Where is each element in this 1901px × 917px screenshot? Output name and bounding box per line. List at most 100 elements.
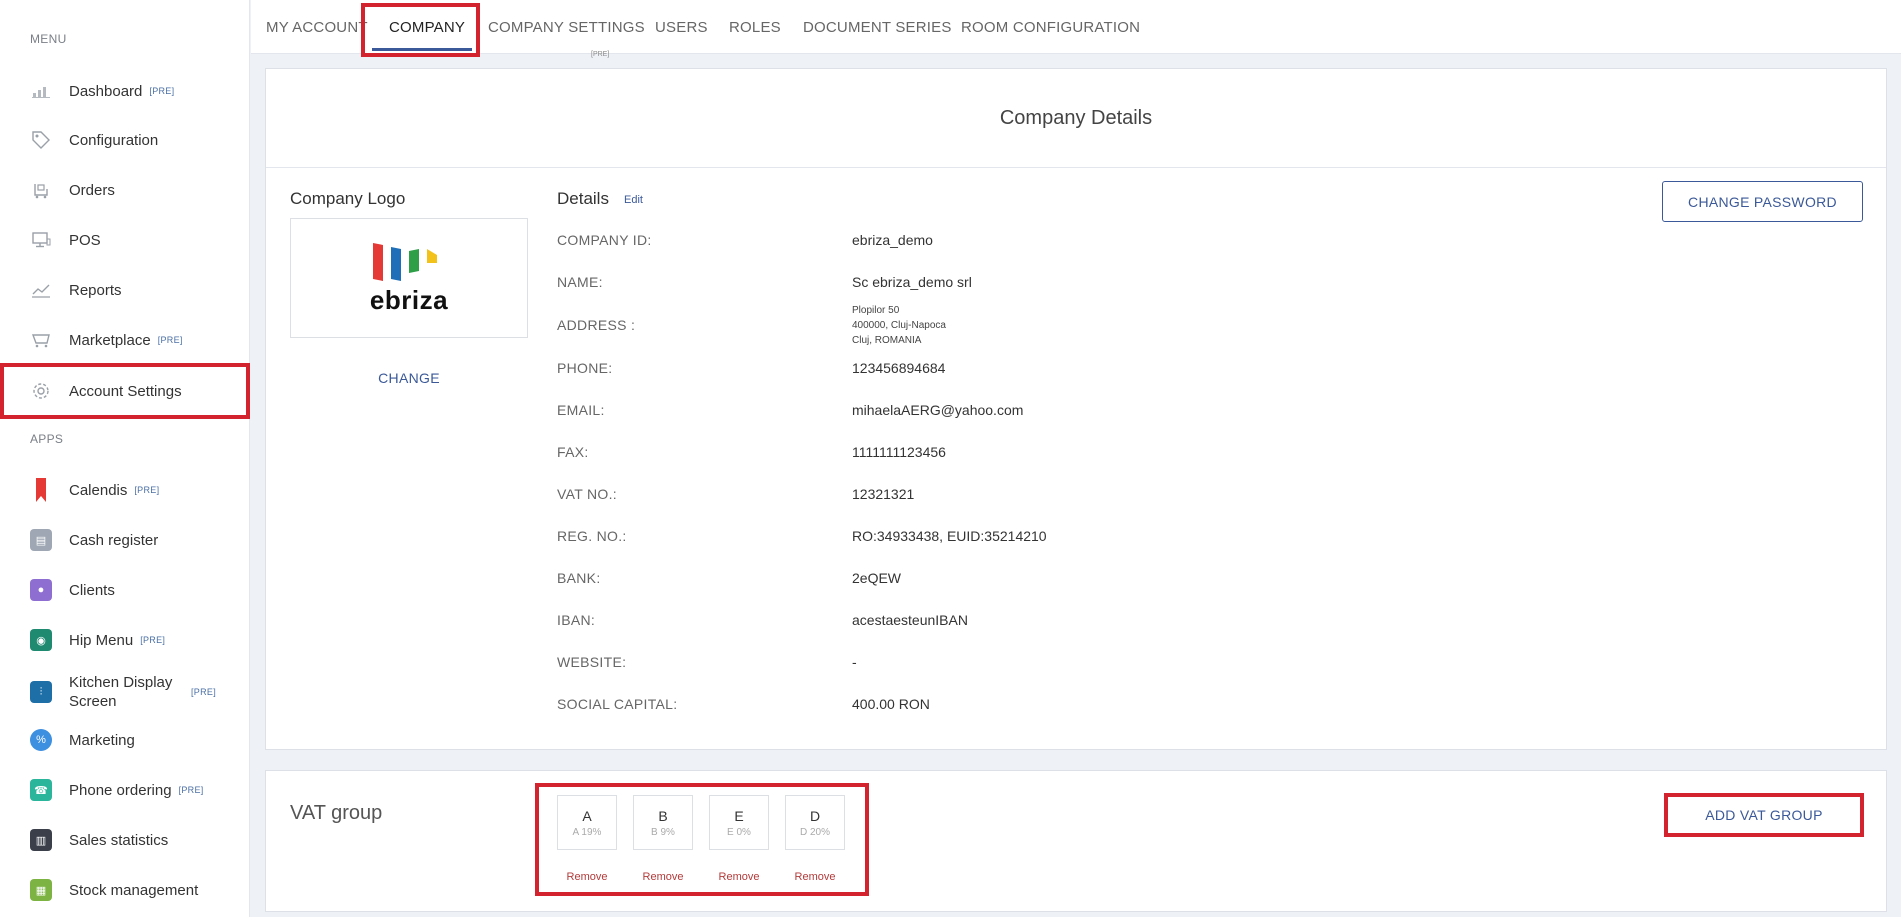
social-capital-label: SOCIAL CAPITAL: bbox=[557, 696, 678, 712]
pre-badge: [PRE] bbox=[140, 635, 166, 645]
company-details-panel: Company Details bbox=[265, 68, 1887, 750]
company-logo: ebriza bbox=[290, 218, 528, 338]
sidebar-item-configuration[interactable]: Configuration bbox=[0, 118, 250, 162]
sidebar-item-label: Marketing bbox=[69, 731, 135, 749]
tab-roles[interactable]: ROLES bbox=[729, 0, 781, 54]
address-line: 400000, Cluj-Napoca bbox=[852, 320, 946, 331]
panel-title: Company Details bbox=[266, 69, 1886, 168]
sidebar-item-label: POS bbox=[69, 231, 101, 249]
sidebar-item-label: Marketplace bbox=[69, 331, 151, 349]
phone-label: PHONE: bbox=[557, 360, 613, 376]
bank-label: BANK: bbox=[557, 570, 601, 586]
sidebar-app-stock-management[interactable]: ▦ Stock management bbox=[0, 868, 250, 912]
sidebar-app-cash-register[interactable]: ▤ Cash register bbox=[0, 518, 250, 562]
iban-value: acestaesteunIBAN bbox=[852, 612, 968, 628]
vat-groups-highlight bbox=[535, 783, 869, 896]
sidebar: MENU Dashboard [PRE] Configuration Order… bbox=[0, 0, 250, 917]
iban-label: IBAN: bbox=[557, 612, 596, 628]
sidebar-item-label: Clients bbox=[69, 581, 115, 599]
sidebar-app-sales-statistics[interactable]: ▥ Sales statistics bbox=[0, 818, 250, 862]
gear-icon bbox=[30, 380, 52, 402]
sidebar-item-dashboard[interactable]: Dashboard [PRE] bbox=[0, 69, 250, 113]
change-password-button[interactable]: CHANGE PASSWORD bbox=[1662, 181, 1863, 222]
phone-value: 123456894684 bbox=[852, 360, 946, 376]
name-value: Sc ebriza_demo srl bbox=[852, 274, 972, 290]
pre-badge: [PRE] bbox=[178, 785, 204, 795]
address-line: Cluj, ROMANIA bbox=[852, 335, 922, 346]
sidebar-item-label: Dashboard bbox=[69, 82, 143, 100]
vat-no-label: VAT NO.: bbox=[557, 486, 617, 502]
company-tab-highlight bbox=[361, 3, 480, 57]
monitor-icon bbox=[30, 229, 52, 251]
menu-section-label: MENU bbox=[30, 32, 67, 46]
sidebar-item-label: Stock management bbox=[69, 881, 199, 899]
pre-badge: [PRE] bbox=[191, 687, 217, 697]
sidebar-item-label: Phone ordering bbox=[69, 781, 172, 799]
sidebar-item-account-settings[interactable]: Account Settings bbox=[0, 363, 250, 419]
tab-my-account[interactable]: MY ACCOUNT bbox=[266, 0, 368, 54]
sidebar-item-label: Orders bbox=[69, 181, 115, 199]
register-icon: ▤ bbox=[30, 529, 52, 551]
sidebar-app-clients[interactable]: ● Clients bbox=[0, 568, 250, 612]
sidebar-app-marketing[interactable]: % Marketing bbox=[0, 718, 250, 762]
stats-icon: ▥ bbox=[30, 829, 52, 851]
sidebar-item-label: Sales statistics bbox=[69, 831, 169, 849]
email-label: EMAIL: bbox=[557, 402, 605, 418]
phone-icon: ☎ bbox=[30, 779, 52, 801]
sidebar-app-calendis[interactable]: Calendis [PRE] bbox=[0, 468, 250, 512]
people-icon: ● bbox=[30, 579, 52, 601]
vat-group-panel bbox=[265, 770, 1887, 912]
tab-document-series[interactable]: DOCUMENT SERIES bbox=[803, 0, 952, 54]
sidebar-item-orders[interactable]: Orders bbox=[0, 168, 250, 212]
sidebar-item-label: Reports bbox=[69, 281, 122, 299]
sidebar-item-label: Configuration bbox=[69, 131, 159, 149]
tab-company-settings[interactable]: COMPANY SETTINGS bbox=[488, 0, 645, 54]
fax-label: FAX: bbox=[557, 444, 589, 460]
tab-users[interactable]: USERS bbox=[655, 0, 708, 54]
social-capital-value: 400.00 RON bbox=[852, 696, 930, 712]
tag-icon bbox=[30, 129, 52, 151]
address-value: Plopilor 50 400000, Cluj-Napoca Cluj, RO… bbox=[852, 303, 946, 348]
stock-icon: ▦ bbox=[30, 879, 52, 901]
vat-no-value: 12321321 bbox=[852, 486, 915, 502]
line-chart-icon bbox=[30, 279, 52, 301]
sidebar-app-hip-menu[interactable]: ◉ Hip Menu [PRE] bbox=[0, 618, 250, 662]
address-label: ADDRESS : bbox=[557, 317, 636, 333]
sidebar-item-reports[interactable]: Reports bbox=[0, 268, 250, 312]
company-logo-heading: Company Logo bbox=[290, 189, 406, 208]
pre-badge: [PRE] bbox=[157, 335, 183, 345]
sidebar-item-label: Account Settings bbox=[69, 382, 182, 400]
change-logo-link[interactable]: CHANGE bbox=[290, 370, 528, 386]
sidebar-item-label: Cash register bbox=[69, 531, 159, 549]
basket-icon bbox=[30, 329, 52, 351]
pre-badge: [PRE] bbox=[134, 485, 160, 495]
cutlery-icon: ⫶ bbox=[30, 681, 52, 703]
hipmenu-icon: ◉ bbox=[30, 629, 52, 651]
name-label: NAME: bbox=[557, 274, 603, 290]
sidebar-item-marketplace[interactable]: Marketplace [PRE] bbox=[0, 318, 250, 362]
cart-icon bbox=[30, 179, 52, 201]
percent-icon: % bbox=[30, 729, 52, 751]
sidebar-item-pos[interactable]: POS bbox=[0, 218, 250, 262]
bookmark-icon bbox=[30, 478, 52, 502]
apps-section-label: APPS bbox=[30, 432, 64, 446]
fax-value: 1111111123456 bbox=[852, 444, 946, 460]
bar-chart-icon bbox=[30, 80, 52, 102]
bank-value: 2eQEW bbox=[852, 570, 902, 586]
ebriza-logo-icon bbox=[371, 241, 447, 283]
details-heading: Details bbox=[557, 189, 609, 208]
logo-text: ebriza bbox=[369, 284, 449, 315]
reg-no-label: REG. NO.: bbox=[557, 528, 627, 544]
email-value: mihaelaAERG@yahoo.com bbox=[852, 402, 1024, 418]
address-line: Plopilor 50 bbox=[852, 305, 900, 316]
company-id-value: ebriza_demo bbox=[852, 232, 933, 248]
reg-no-value: RO:34933438, EUID:35214210 bbox=[852, 528, 1047, 544]
sidebar-item-label: Kitchen Display Screen bbox=[69, 673, 184, 711]
sidebar-item-label-line1: Kitchen Display bbox=[69, 674, 173, 691]
sidebar-app-kitchen-display[interactable]: ⫶ Kitchen Display Screen [PRE] bbox=[0, 668, 250, 716]
edit-details-link[interactable]: Edit bbox=[624, 194, 643, 206]
tab-room-configuration[interactable]: ROOM CONFIGURATION bbox=[961, 0, 1140, 54]
add-vat-group-highlight bbox=[1664, 793, 1864, 837]
sidebar-app-phone-ordering[interactable]: ☎ Phone ordering [PRE] bbox=[0, 768, 250, 812]
website-value: - bbox=[852, 654, 857, 670]
